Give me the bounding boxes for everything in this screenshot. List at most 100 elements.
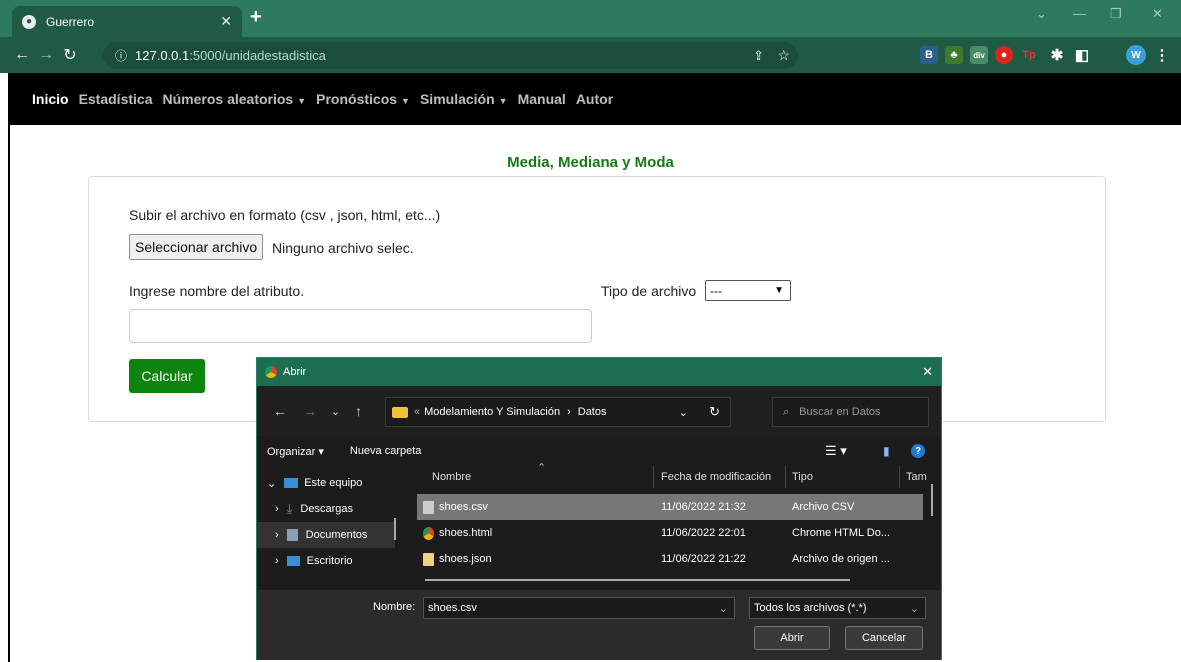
up-folder-icon[interactable]: ↑ — [355, 403, 362, 419]
file-row[interactable]: shoes.html 11/06/2022 22:01 Chrome HTML … — [417, 520, 923, 546]
nav-inicio[interactable]: Inicio — [32, 91, 69, 107]
nav-estadistica[interactable]: Estadística — [79, 91, 153, 107]
chevron-down-icon: ▼ — [774, 285, 784, 296]
nav-numeros-aleatorios[interactable]: Números aleatorios ▼ — [163, 91, 307, 107]
file-type-value: --- — [710, 283, 722, 298]
chevron-down-icon: ⌄ — [909, 602, 919, 615]
choose-file-button[interactable]: Seleccionar archivo — [129, 234, 264, 260]
sidebar-scrollbar[interactable] — [394, 518, 396, 540]
help-icon[interactable]: ? — [911, 444, 925, 458]
reload-icon[interactable]: ↻ — [58, 45, 82, 65]
file-filter-select[interactable]: Todos los archivos (*.*) ⌄ — [749, 597, 926, 619]
filename-input[interactable]: shoes.csv ⌄ — [423, 597, 735, 619]
folder-icon — [392, 406, 408, 418]
globe-icon: ● — [22, 14, 36, 29]
column-date-header[interactable]: Fecha de modificación — [661, 464, 771, 490]
cancel-button[interactable]: Cancelar — [845, 626, 923, 650]
dialog-forward-icon[interactable]: → — [303, 403, 317, 419]
collapse-chevron-icon[interactable]: › — [275, 529, 279, 541]
page-title: Media, Mediana y Moda — [507, 154, 674, 171]
chrome-icon — [265, 366, 277, 378]
file-list-vscrollbar[interactable] — [931, 484, 933, 516]
site-navbar: Inicio Estadística Números aleatorios ▼ P… — [10, 73, 1181, 125]
preview-pane-icon[interactable]: ▮ — [883, 444, 890, 458]
column-divider[interactable] — [785, 466, 786, 488]
path-dropdown-icon[interactable]: ⌄ — [679, 406, 688, 419]
tab-search-icon[interactable]: ⌄ — [1036, 6, 1047, 22]
extension-tp-icon[interactable]: Tp — [1020, 46, 1038, 64]
view-options-icon[interactable]: ☰ ▾ — [825, 443, 847, 459]
column-size-header[interactable]: Tam — [906, 464, 927, 490]
breadcrumb-parent[interactable]: Modelamiento Y Simulación — [424, 406, 560, 418]
new-folder-button[interactable]: Nueva carpeta — [350, 445, 422, 457]
expand-chevron-icon[interactable]: ⌄ — [267, 477, 276, 490]
dialog-close-icon[interactable]: ✕ — [922, 364, 933, 380]
column-divider[interactable] — [653, 466, 654, 488]
profile-avatar[interactable]: W — [1126, 45, 1146, 65]
open-button[interactable]: Abrir — [754, 626, 830, 650]
browser-tab[interactable]: ● Guerrero ✕ — [12, 6, 242, 37]
calculate-button[interactable]: Calcular — [129, 359, 205, 393]
tab-close-icon[interactable]: ✕ — [220, 13, 232, 30]
recent-locations-icon[interactable]: ⌄ — [331, 405, 340, 418]
new-tab-icon[interactable]: + — [250, 6, 262, 29]
minimize-icon[interactable]: — — [1073, 6, 1086, 21]
column-name-header[interactable]: Nombre — [432, 464, 471, 490]
menu-kebab-icon[interactable]: ⋮ — [1153, 46, 1171, 64]
puzzle-icon[interactable]: ✱ — [1048, 46, 1066, 64]
url-host: 127.0.0.1 — [135, 48, 190, 63]
path-breadcrumb[interactable]: « Modelamiento Y Simulación › Datos ⌄ ↻ — [385, 397, 731, 427]
nav-autor[interactable]: Autor — [576, 91, 613, 107]
dialog-toolbar: Organizar ▾ Nueva carpeta ☰ ▾ ▮ ? — [257, 438, 941, 464]
search-icon: ⌕ — [783, 405, 790, 418]
caret-down-icon: ▼ — [401, 96, 410, 106]
chrome-file-icon — [423, 526, 434, 540]
organize-button[interactable]: Organizar ▾ — [267, 445, 324, 458]
extension-stop-icon[interactable]: ● — [995, 46, 1013, 64]
extension-tree-icon[interactable]: ♣ — [945, 46, 963, 64]
restore-icon[interactable]: ❐ — [1110, 6, 1122, 22]
extension-icon[interactable]: B — [920, 46, 938, 64]
info-icon[interactable]: ⓘ — [115, 47, 127, 64]
dialog-title: Abrir — [283, 366, 307, 378]
file-row[interactable]: shoes.json 11/06/2022 21:22 Archivo de o… — [417, 546, 923, 572]
extension-div-icon[interactable]: div — [970, 46, 988, 64]
url-bar[interactable]: ⓘ 127.0.0.1 :5000/unidadestadistica ⇪ ☆ — [103, 42, 798, 69]
breadcrumb-current[interactable]: Datos — [578, 406, 607, 418]
side-panel-icon[interactable]: ◧ — [1073, 46, 1091, 64]
file-row[interactable]: shoes.csv 11/06/2022 21:32 Archivo CSV — [417, 494, 923, 520]
file-date: 11/06/2022 22:01 — [661, 527, 746, 539]
bookmark-star-icon[interactable]: ☆ — [777, 47, 790, 64]
column-divider[interactable] — [899, 466, 900, 488]
dialog-back-icon[interactable]: ← — [273, 403, 287, 419]
attribute-input[interactable] — [129, 309, 592, 343]
sidebar-item-este-equipo[interactable]: ⌄ Este equipo — [257, 470, 395, 496]
file-list-hscrollbar[interactable] — [425, 579, 850, 581]
share-icon[interactable]: ⇪ — [753, 48, 764, 64]
column-type-header[interactable]: Tipo — [792, 464, 813, 490]
nav-simulacion[interactable]: Simulación ▼ — [420, 91, 508, 107]
sidebar-item-documentos[interactable]: › Documentos — [257, 522, 395, 548]
file-list: Nombre ⌃ Fecha de modificación Tipo Tam … — [417, 462, 941, 588]
file-date: 11/06/2022 21:32 — [661, 501, 746, 513]
sidebar-item-descargas[interactable]: › ⤓ Descargas — [257, 496, 395, 522]
file-type-select[interactable]: --- ▼ — [705, 280, 791, 301]
dialog-search-input[interactable]: ⌕ Buscar en Datos — [772, 397, 929, 427]
window-close-icon[interactable]: ✕ — [1152, 6, 1163, 22]
open-file-dialog: Abrir ✕ ← → ⌄ ↑ « Modelamiento Y Simulac… — [256, 357, 942, 660]
nav-pronosticos[interactable]: Pronósticos ▼ — [316, 91, 410, 107]
refresh-icon[interactable]: ↻ — [709, 404, 720, 420]
file-type: Chrome HTML Do... — [792, 527, 891, 539]
chevron-down-icon[interactable]: ⌄ — [719, 602, 728, 615]
collapse-chevron-icon[interactable]: › — [275, 503, 279, 515]
csv-file-icon — [423, 500, 434, 514]
nav-manual[interactable]: Manual — [518, 91, 566, 107]
dialog-sidebar: ⌄ Este equipo › ⤓ Descargas › Documentos… — [257, 466, 395, 588]
back-icon[interactable]: ← — [10, 46, 34, 64]
collapse-chevron-icon[interactable]: › — [275, 555, 279, 567]
upload-label: Subir el archivo en formato (csv , json,… — [129, 207, 441, 223]
sidebar-item-escritorio[interactable]: › Escritorio — [257, 548, 395, 574]
forward-icon[interactable]: → — [34, 46, 58, 64]
filename-label: Nombre: — [373, 601, 416, 613]
download-icon: ⤓ — [286, 501, 293, 516]
